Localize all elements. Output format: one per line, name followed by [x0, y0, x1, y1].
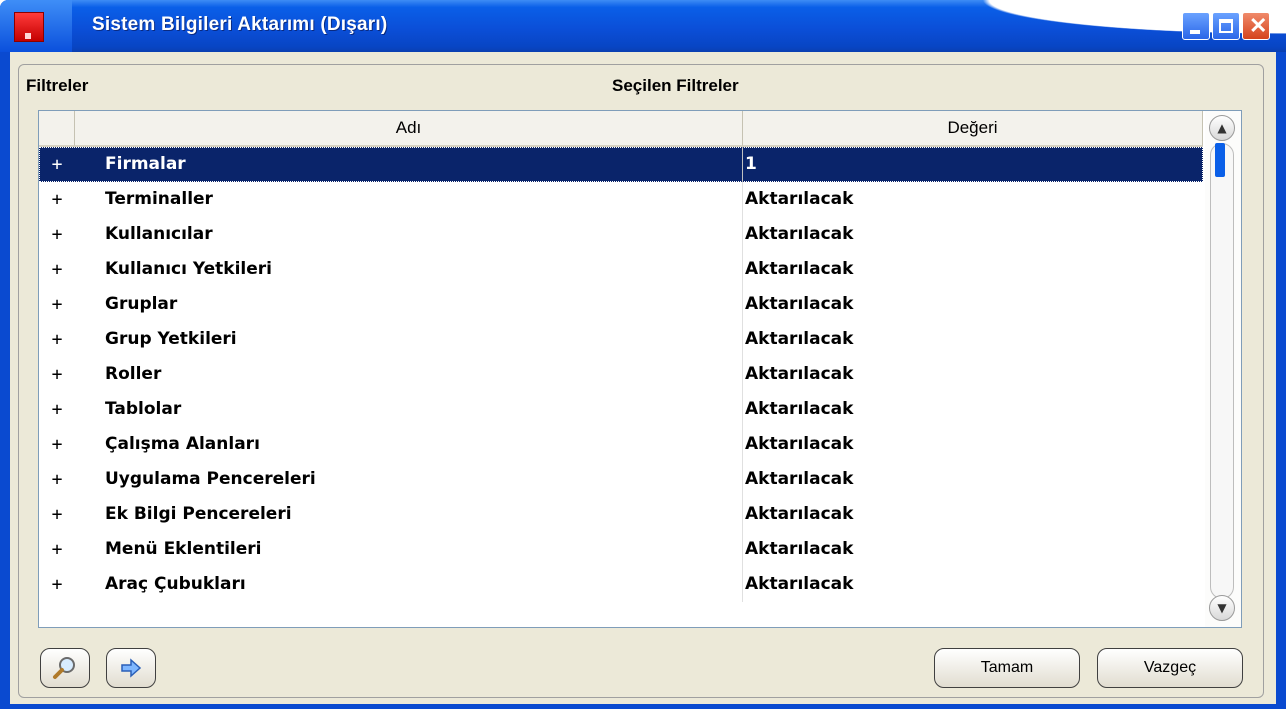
row-value[interactable]: Aktarılacak	[745, 462, 853, 497]
row-value[interactable]: Aktarılacak	[745, 357, 853, 392]
row-name: Roller	[105, 364, 162, 384]
scroll-thumb[interactable]	[1215, 143, 1225, 177]
cancel-button[interactable]: Vazgeç	[1097, 648, 1243, 688]
row-value[interactable]: Aktarılacak	[745, 322, 853, 357]
close-button[interactable]: ✕	[1242, 12, 1270, 40]
row-name: Gruplar	[105, 294, 178, 314]
search-icon	[53, 657, 75, 679]
table-row[interactable]: + Çalışma Alanları Aktarılacak	[39, 427, 1203, 462]
scroll-down-icon[interactable]: ▼	[1209, 595, 1235, 621]
column-divider	[742, 532, 743, 567]
table-row[interactable]: + Menü Eklentileri Aktarılacak	[39, 532, 1203, 567]
expand-icon[interactable]: +	[39, 497, 75, 532]
expand-icon[interactable]: +	[39, 287, 75, 322]
table-row[interactable]: + Gruplar Aktarılacak	[39, 287, 1203, 322]
row-value[interactable]: Aktarılacak	[745, 427, 853, 462]
row-value[interactable]: 1	[745, 147, 757, 182]
column-divider	[742, 217, 743, 252]
expand-icon[interactable]: +	[39, 567, 75, 602]
filters-grid[interactable]: Adı Değeri + Firmalar 1 + Terminaller Aktarıl…	[38, 110, 1242, 628]
column-header-value[interactable]: Değeri	[743, 111, 1203, 147]
row-name: Tablolar	[105, 399, 182, 419]
row-name: Terminaller	[105, 189, 213, 209]
row-name: Uygulama Pencereleri	[105, 469, 316, 489]
table-row[interactable]: + Araç Çubukları Aktarılacak	[39, 567, 1203, 602]
row-value[interactable]: Aktarılacak	[745, 252, 853, 287]
row-value[interactable]: Aktarılacak	[745, 532, 853, 567]
row-value[interactable]: Aktarılacak	[745, 567, 853, 602]
column-divider	[742, 182, 743, 217]
row-value[interactable]: Aktarılacak	[745, 217, 853, 252]
column-divider	[742, 567, 743, 602]
row-value[interactable]: Aktarılacak	[745, 392, 853, 427]
table-row[interactable]: + Ek Bilgi Pencereleri Aktarılacak	[39, 497, 1203, 532]
column-divider	[742, 147, 743, 182]
header-expander-cell	[39, 111, 75, 147]
forward-button[interactable]	[106, 648, 156, 688]
row-name: Kullanıcılar	[105, 224, 213, 244]
row-name: Menü Eklentileri	[105, 539, 262, 559]
focus-rect	[39, 147, 1203, 182]
scroll-up-icon[interactable]: ▲	[1209, 115, 1235, 141]
row-name: Ek Bilgi Pencereleri	[105, 504, 292, 524]
maximize-button[interactable]	[1212, 12, 1240, 40]
expand-icon[interactable]: +	[39, 357, 75, 392]
table-row[interactable]: + Grup Yetkileri Aktarılacak	[39, 322, 1203, 357]
row-value[interactable]: Aktarılacak	[745, 182, 853, 217]
row-name: Firmalar	[105, 154, 186, 174]
column-divider	[742, 357, 743, 392]
expand-icon[interactable]: +	[39, 182, 75, 217]
title-bar[interactable]: Sistem Bilgileri Aktarımı (Dışarı) ✕	[0, 0, 1286, 52]
window-title: Sistem Bilgileri Aktarımı (Dışarı)	[92, 14, 388, 35]
expand-icon[interactable]: +	[39, 252, 75, 287]
vertical-scrollbar[interactable]: ▲ ▼	[1205, 111, 1241, 627]
expand-icon[interactable]: +	[39, 427, 75, 462]
arrow-right-icon	[121, 658, 142, 678]
column-divider	[742, 427, 743, 462]
table-row[interactable]: + Roller Aktarılacak	[39, 357, 1203, 392]
column-divider	[742, 322, 743, 357]
expand-icon[interactable]: +	[39, 147, 75, 182]
row-name: Çalışma Alanları	[105, 434, 260, 454]
minimize-button[interactable]	[1182, 12, 1210, 40]
expand-icon[interactable]: +	[39, 322, 75, 357]
expand-icon[interactable]: +	[39, 532, 75, 567]
table-row[interactable]: + Kullanıcı Yetkileri Aktarılacak	[39, 252, 1203, 287]
app-icon[interactable]	[14, 12, 44, 42]
search-button[interactable]	[40, 648, 90, 688]
row-value[interactable]: Aktarılacak	[745, 497, 853, 532]
row-name: Grup Yetkileri	[105, 329, 237, 349]
column-divider	[742, 252, 743, 287]
expand-icon[interactable]: +	[39, 392, 75, 427]
table-row[interactable]: + Terminaller Aktarılacak	[39, 182, 1203, 217]
dialog-window: Sistem Bilgileri Aktarımı (Dışarı) ✕ Fil…	[0, 0, 1286, 709]
column-divider	[742, 287, 743, 322]
expand-icon[interactable]: +	[39, 462, 75, 497]
column-divider	[742, 392, 743, 427]
filters-label: Filtreler	[26, 76, 89, 95]
table-row[interactable]: + Tablolar Aktarılacak	[39, 392, 1203, 427]
column-divider	[742, 462, 743, 497]
table-row[interactable]: + Uygulama Pencereleri Aktarılacak	[39, 462, 1203, 497]
row-name: Araç Çubukları	[105, 574, 246, 594]
grid-header: Adı Değeri	[39, 111, 1203, 147]
row-name: Kullanıcı Yetkileri	[105, 259, 272, 279]
table-row[interactable]: + Kullanıcılar Aktarılacak	[39, 217, 1203, 252]
ok-button[interactable]: Tamam	[934, 648, 1080, 688]
selected-filters-label: Seçilen Filtreler	[612, 76, 739, 95]
expand-icon[interactable]: +	[39, 217, 75, 252]
table-row[interactable]: + Firmalar 1	[39, 147, 1203, 182]
column-divider	[742, 497, 743, 532]
column-header-name[interactable]: Adı	[75, 111, 743, 147]
row-value[interactable]: Aktarılacak	[745, 287, 853, 322]
scroll-track[interactable]	[1210, 143, 1234, 599]
